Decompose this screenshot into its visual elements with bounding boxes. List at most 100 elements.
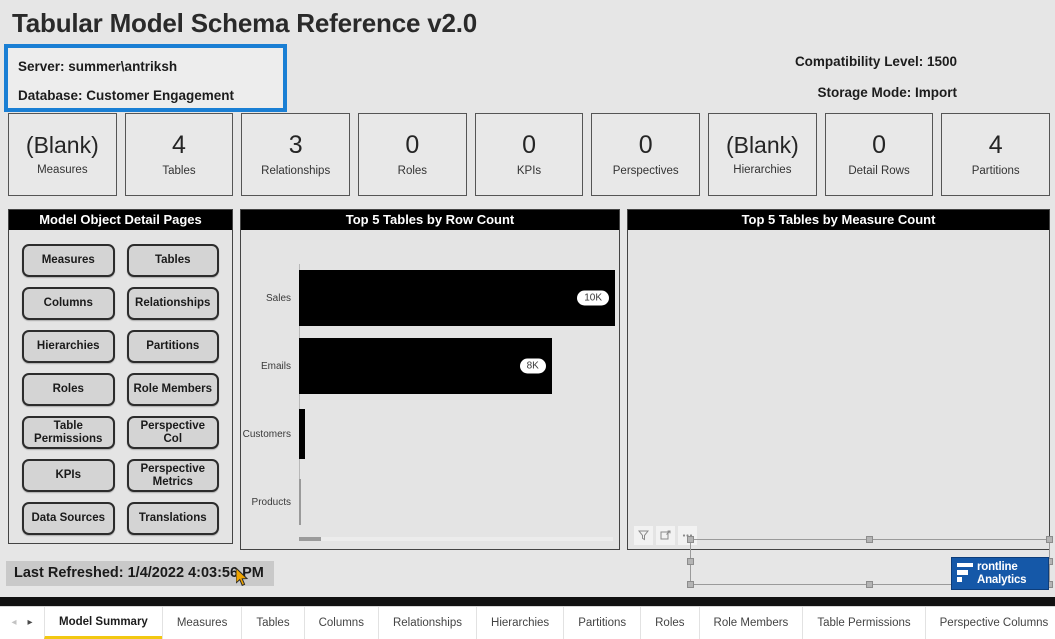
filter-icon[interactable] [634, 526, 653, 545]
top-tables-by-row-count-chart[interactable]: Top 5 Tables by Row Count Sales 10K Emai… [240, 209, 620, 550]
page-title: Tabular Model Schema Reference v2.0 [12, 8, 478, 38]
tab-hierarchies[interactable]: Hierarchies [476, 607, 563, 639]
nav-button-label: Hierarchies [36, 340, 100, 353]
bar-customers[interactable] [299, 409, 305, 459]
top-tables-by-measure-count-chart[interactable]: Top 5 Tables by Measure Count [627, 209, 1050, 550]
nav-button-partitions[interactable]: Partitions [126, 330, 219, 363]
nav-button-label: Columns [43, 297, 93, 310]
kpi-value: 4 [988, 131, 1003, 160]
kpi-value: 3 [288, 131, 303, 160]
logo-line-1: rontline [977, 561, 1018, 573]
bar-row[interactable]: Emails 8K [241, 332, 615, 400]
nav-button-role-members[interactable]: Role Members [126, 373, 219, 406]
nav-button-data-sources[interactable]: Data Sources [22, 502, 115, 535]
kpi-value: 0 [405, 131, 420, 160]
tab-roles[interactable]: Roles [640, 607, 698, 639]
nav-button-roles[interactable]: Roles [22, 373, 115, 406]
bar-products[interactable] [299, 479, 301, 525]
nav-button-tables[interactable]: Tables [126, 244, 219, 277]
kpi-value: (Blank) [725, 132, 799, 159]
scrollbar-thumb[interactable] [299, 537, 321, 541]
nav-button-relationships[interactable]: Relationships [126, 287, 219, 320]
bar-row[interactable]: Sales 10K [241, 264, 615, 332]
nav-button-columns[interactable]: Columns [22, 287, 115, 320]
bar-category-label: Sales [265, 292, 291, 304]
kpi-label: Roles [397, 164, 428, 177]
kpi-label: Partitions [971, 164, 1020, 177]
bar-track [299, 468, 615, 536]
more-options-icon[interactable] [678, 526, 697, 545]
resize-handle-s[interactable] [866, 581, 873, 588]
focus-mode-icon[interactable] [656, 526, 675, 545]
kpi-value: 4 [172, 131, 186, 160]
tab-table-permissions[interactable]: Table Permissions [802, 607, 924, 639]
connection-info-box: Server: summer\antriksh Database: Custom… [4, 44, 287, 112]
nav-button-label: Measures [41, 254, 95, 267]
bar-row[interactable]: Customers [241, 400, 615, 468]
nav-button-table-permissions[interactable]: Table Permissions [22, 416, 115, 449]
bar-track: 8K [299, 332, 615, 400]
nav-button-label: Relationships [135, 297, 211, 310]
tab-model-summary[interactable]: Model Summary [44, 607, 162, 639]
last-refreshed-label: Last Refreshed: 1/4/2022 4:03:56 PM [6, 561, 274, 586]
kpi-label: Perspectives [612, 164, 679, 177]
kpi-label: Hierarchies [733, 163, 792, 176]
bar-track [299, 400, 615, 468]
bar-category-label: Products [251, 496, 291, 508]
kpi-label: Detail Rows [848, 164, 910, 177]
bar-category-label: Customers [242, 428, 291, 440]
kpi-card-detail-rows[interactable]: 0 Detail Rows [824, 113, 934, 196]
kpi-card-hierarchies[interactable]: (Blank) Hierarchies [708, 113, 817, 196]
tab-relationships[interactable]: Relationships [377, 607, 476, 639]
tab-nav-arrows: ◂ ▸ [0, 607, 44, 639]
nav-button-perspective-measures[interactable]: Perspective Metrics [126, 459, 219, 492]
tab-tables[interactable]: Tables [241, 607, 303, 639]
model-object-detail-pages-panel: Model Object Detail Pages Measures Table… [8, 209, 233, 544]
tab-partitions[interactable]: Partitions [563, 607, 640, 639]
compatibility-level-label: Compatibility Level: 1500 [794, 54, 957, 69]
kpi-card-kpis[interactable]: 0 KPIs [474, 113, 584, 196]
logo-line-2: Analytics [977, 573, 1027, 586]
tab-list: Model Summary Measures Tables Columns Re… [44, 607, 1055, 639]
kpi-label: KPIs [516, 164, 542, 177]
bar-value-label: 10K [577, 290, 609, 306]
kpi-card-relationships[interactable]: 3 Relationships [241, 113, 351, 196]
nav-button-measures[interactable]: Measures [22, 244, 115, 277]
nav-button-perspective-columns[interactable]: Perspective Col [126, 416, 219, 449]
tab-columns[interactable]: Columns [303, 607, 378, 639]
chevron-left-icon[interactable]: ◂ [11, 618, 16, 628]
rowcount-chart-title: Top 5 Tables by Row Count [241, 210, 619, 230]
kpi-card-measures[interactable]: (Blank) Measures [8, 113, 117, 196]
nav-button-label: Roles [52, 383, 84, 396]
kpi-value: 0 [638, 131, 653, 160]
tab-role-members[interactable]: Role Members [698, 607, 803, 639]
bar-chart-logo-icon [955, 561, 977, 586]
kpi-card-row: (Blank) Measures 4 Tables 3 Relationship… [8, 113, 1051, 196]
tab-measures[interactable]: Measures [161, 607, 242, 639]
nav-panel-title: Model Object Detail Pages [9, 210, 232, 230]
nav-button-hierarchies[interactable]: Hierarchies [22, 330, 115, 363]
tab-perspective-columns[interactable]: Perspective Columns [924, 607, 1055, 639]
nav-button-label: Perspective Col [140, 420, 206, 445]
chevron-right-icon[interactable]: ▸ [27, 618, 32, 628]
kpi-label: Measures [37, 163, 88, 176]
resize-handle-w[interactable] [687, 558, 694, 565]
nav-button-label: Data Sources [31, 512, 105, 525]
kpi-card-tables[interactable]: 4 Tables [124, 113, 234, 196]
kpi-card-roles[interactable]: 0 Roles [358, 113, 467, 196]
rowcount-chart-plot: Sales 10K Emails 8K Customers Products [241, 230, 619, 549]
bar-emails[interactable]: 8K [299, 338, 552, 394]
kpi-value: (Blank) [25, 132, 99, 159]
chart-horizontal-scrollbar[interactable] [299, 537, 613, 541]
nav-button-kpis[interactable]: KPIs [22, 459, 115, 492]
nav-button-translations[interactable]: Translations [126, 502, 219, 535]
bar-category-label: Emails [260, 360, 291, 372]
kpi-card-partitions[interactable]: 4 Partitions [941, 113, 1051, 196]
resize-handle-sw[interactable] [687, 581, 694, 588]
kpi-card-perspectives[interactable]: 0 Perspectives [591, 113, 701, 196]
page-tab-bar: ◂ ▸ Model Summary Measures Tables Column… [0, 606, 1055, 639]
measurecount-chart-title: Top 5 Tables by Measure Count [628, 210, 1049, 230]
bar-row[interactable]: Products [241, 468, 615, 536]
bar-sales[interactable]: 10K [299, 270, 615, 326]
kpi-value: 0 [522, 131, 536, 160]
